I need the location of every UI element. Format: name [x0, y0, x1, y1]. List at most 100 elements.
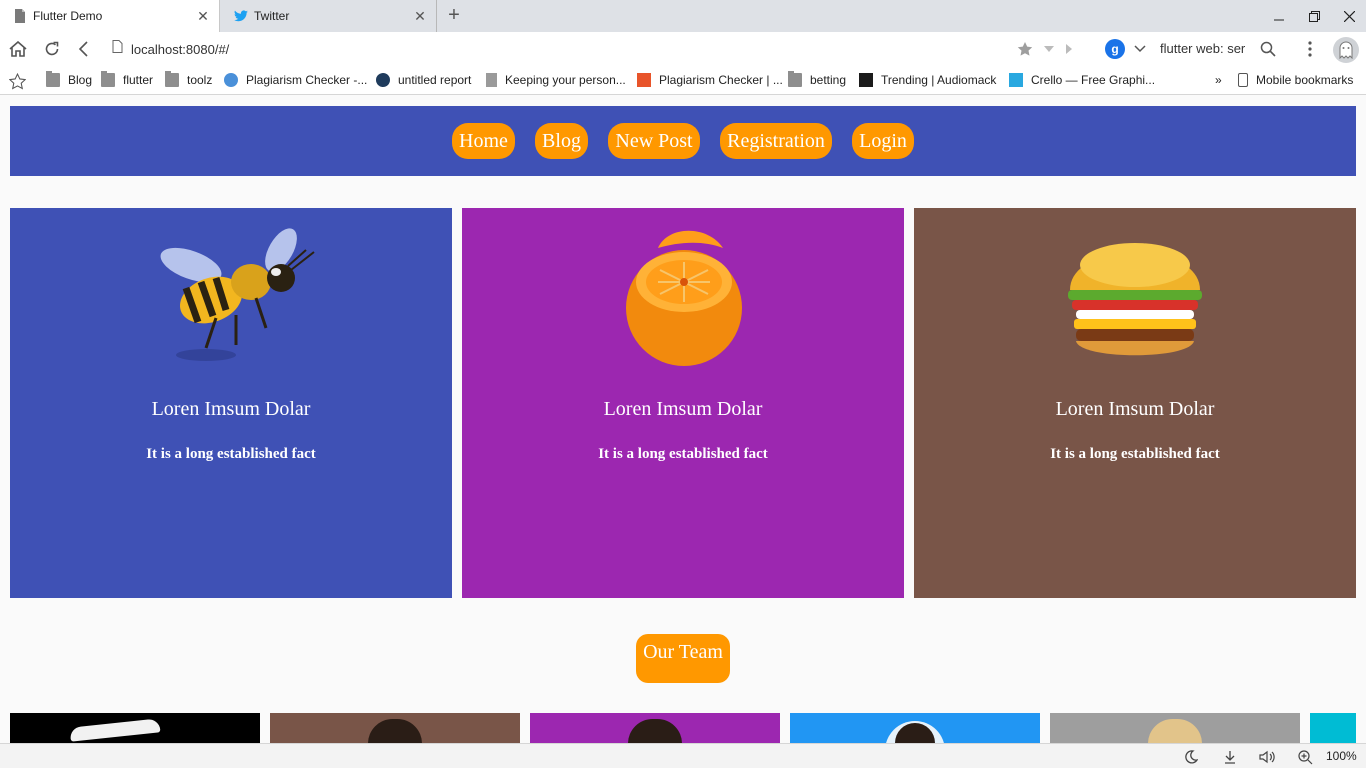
orange-icon	[598, 220, 768, 370]
bookmark-betting[interactable]: betting	[788, 71, 846, 89]
audiomack-icon	[859, 73, 873, 87]
bookmark-label: Crello — Free Graphi...	[1031, 73, 1156, 87]
night-mode-icon[interactable]	[1182, 748, 1200, 766]
bookmark-audiomack[interactable]: Trending | Audiomack	[859, 71, 996, 89]
star-outline-icon[interactable]	[8, 72, 26, 90]
tab-title: Twitter	[254, 9, 290, 23]
folder-icon	[788, 71, 802, 87]
twitter-bird-icon	[234, 8, 248, 24]
maximize-icon[interactable]	[1302, 4, 1326, 28]
team-member-card[interactable]	[270, 713, 520, 743]
nav-login-button[interactable]: Login	[852, 123, 914, 159]
globe-icon	[224, 73, 238, 87]
reload-icon[interactable]	[41, 38, 63, 60]
folder-icon	[101, 71, 115, 87]
page-icon	[13, 8, 27, 24]
nav-home-button[interactable]: Home	[452, 123, 515, 159]
zoom-icon[interactable]	[1296, 748, 1314, 766]
bookmark-blog[interactable]: Blog	[46, 71, 92, 89]
tab-twitter[interactable]: Twitter ✕	[221, 0, 437, 32]
member-photo	[1148, 719, 1202, 743]
member-photo	[368, 719, 422, 743]
feature-card[interactable]: Loren Imsum Dolar It is a long establish…	[10, 208, 452, 598]
bee-icon	[146, 220, 316, 370]
team-member-card[interactable]	[530, 713, 780, 743]
phone-icon	[1238, 73, 1248, 87]
bookmark-label: Blog	[68, 73, 93, 87]
bookmark-plagiarism-checker-2[interactable]: Plagiarism Checker | ...	[637, 71, 783, 89]
bookmark-star-icon[interactable]	[1014, 38, 1036, 60]
top-nav-bar: Home Blog New Post Registration Login	[10, 106, 1356, 176]
nav-blog-button[interactable]: Blog	[535, 123, 588, 159]
burger-icon	[1050, 220, 1220, 370]
page-icon	[486, 73, 497, 87]
folder-icon	[165, 71, 179, 87]
team-member-card[interactable]	[1050, 713, 1300, 743]
dropdown-icon[interactable]	[1038, 38, 1060, 60]
tab-strip: Flutter Demo ✕ Twitter ✕ +	[0, 0, 1366, 32]
profile-avatar-icon[interactable]	[1333, 37, 1359, 63]
zoom-level[interactable]: 100%	[1326, 749, 1357, 763]
member-photo	[628, 719, 682, 743]
search-input[interactable]: flutter web: ser	[1160, 41, 1250, 56]
address-bar[interactable]: localhost:8080/#/	[112, 37, 1082, 61]
team-member-card[interactable]	[790, 713, 1040, 743]
new-tab-icon[interactable]: +	[444, 4, 464, 26]
card-title: Loren Imsum Dolar	[1055, 398, 1215, 420]
mobile-bookmarks[interactable]: Mobile bookmarks	[1238, 71, 1353, 89]
our-team-button[interactable]: Our Team	[636, 634, 730, 683]
bookmark-label: Plagiarism Checker | ...	[659, 73, 783, 87]
search-engine-icon[interactable]: g	[1105, 39, 1125, 59]
team-member-card[interactable]	[1310, 713, 1356, 743]
bookmark-label: betting	[810, 73, 847, 87]
p-logo-icon	[637, 73, 651, 87]
bookmark-label: Trending | Audiomack	[881, 73, 997, 87]
search-icon[interactable]	[1257, 38, 1279, 60]
nav-registration-button[interactable]: Registration	[720, 123, 832, 159]
overflow-chevron-icon: »	[1215, 73, 1222, 87]
forward-small-icon[interactable]	[1058, 38, 1080, 60]
team-member-card[interactable]	[10, 713, 260, 743]
nav-new-post-button[interactable]: New Post	[608, 123, 700, 159]
bookmark-label: Keeping your person...	[505, 73, 626, 87]
bookmark-flutter[interactable]: flutter	[101, 71, 153, 89]
bookmark-keeping-your-person[interactable]: Keeping your person...	[486, 71, 626, 89]
download-icon[interactable]	[1221, 748, 1239, 766]
bookmark-untitled-report[interactable]: untitled report	[376, 71, 471, 89]
close-icon[interactable]: ✕	[410, 6, 430, 26]
bookmark-label: untitled report	[398, 73, 472, 87]
volume-icon[interactable]	[1259, 748, 1277, 766]
tab-title: Flutter Demo	[33, 9, 103, 23]
folder-icon	[46, 71, 60, 87]
chevron-down-icon[interactable]	[1129, 38, 1151, 60]
bookmark-toolz[interactable]: toolz	[165, 71, 212, 89]
bookmark-plagiarism-checker[interactable]: Plagiarism Checker -...	[224, 71, 367, 89]
hat-icon	[69, 718, 161, 742]
menu-kebab-icon[interactable]	[1299, 38, 1321, 60]
page-info-icon[interactable]	[112, 40, 123, 58]
card-subtitle: It is a long established fact	[598, 446, 768, 462]
window-close-icon[interactable]	[1337, 4, 1361, 28]
tab-flutter-demo[interactable]: Flutter Demo ✕	[0, 0, 220, 32]
card-subtitle: It is a long established fact	[1050, 446, 1220, 462]
crello-icon	[1009, 73, 1023, 87]
bookmark-label: Mobile bookmarks	[1256, 73, 1354, 87]
bookmarks-bar: Blog flutter toolz Plagiarism Checker -.…	[0, 66, 1366, 95]
bookmark-label: flutter	[123, 73, 154, 87]
minimize-icon[interactable]	[1267, 4, 1291, 28]
bookmarks-overflow-button[interactable]: »	[1215, 71, 1222, 89]
feature-card[interactable]: Loren Imsum Dolar It is a long establish…	[462, 208, 904, 598]
url-text: localhost:8080/#/	[131, 41, 230, 57]
home-icon[interactable]	[7, 38, 29, 60]
card-subtitle: It is a long established fact	[146, 446, 316, 462]
card-title: Loren Imsum Dolar	[603, 398, 763, 420]
browser-toolbar: localhost:8080/#/ g flutter web: ser	[0, 32, 1366, 66]
feature-card[interactable]: Loren Imsum Dolar It is a long establish…	[914, 208, 1356, 598]
back-icon[interactable]	[73, 38, 95, 60]
bookmark-label: toolz	[187, 73, 213, 87]
page-content: Home Blog New Post Registration Login Lo…	[0, 96, 1366, 743]
bookmark-crello[interactable]: Crello — Free Graphi...	[1009, 71, 1155, 89]
browser-status-bar: 100%	[0, 743, 1366, 768]
card-title: Loren Imsum Dolar	[151, 398, 311, 420]
close-icon[interactable]: ✕	[193, 6, 213, 26]
